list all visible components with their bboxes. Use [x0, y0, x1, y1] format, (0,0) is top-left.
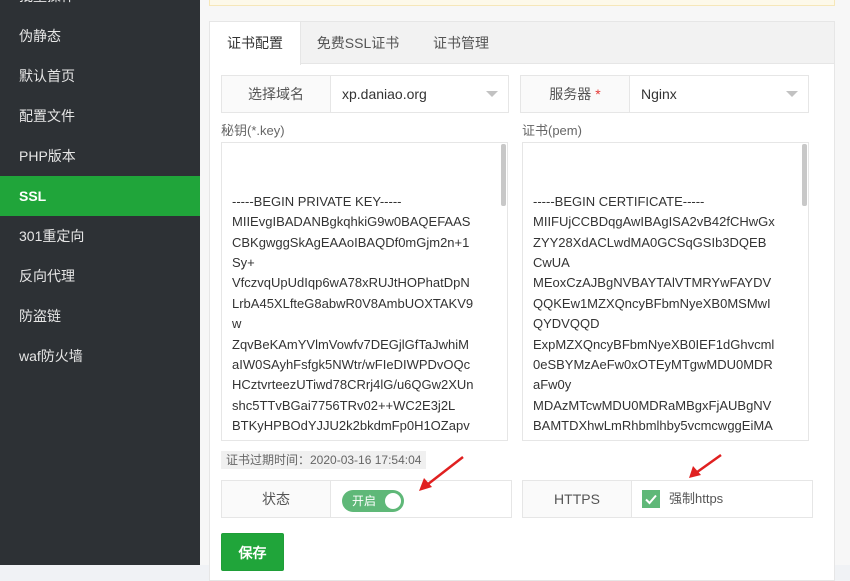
tab-bar: 证书配置 免费SSL证书 证书管理 [210, 22, 834, 65]
https-control: 强制https [632, 481, 812, 517]
tab-free-ssl[interactable]: 免费SSL证书 [301, 22, 415, 64]
server-select[interactable]: 服务器 * Nginx [520, 75, 809, 113]
sidebar-item-reverse-proxy[interactable]: 反向代理 [0, 256, 200, 296]
domain-value: xp.daniao.org [342, 86, 427, 102]
ssl-panel: 证书配置 免费SSL证书 证书管理 选择域名 xp.daniao.org 服务器… [209, 21, 835, 581]
certificate-text: -----BEGIN CERTIFICATE----- MIIFUjCCBDqg… [533, 193, 775, 440]
force-https-checkbox[interactable] [642, 490, 660, 508]
https-label: HTTPS [523, 481, 632, 517]
domain-label: 选择域名 [222, 76, 331, 112]
domain-select[interactable]: 选择域名 xp.daniao.org [221, 75, 509, 113]
required-mark: * [595, 86, 601, 102]
chevron-down-icon [786, 91, 798, 97]
cert-label: 证书(pem) [522, 123, 582, 138]
key-label: 秘钥(*.key) [221, 123, 285, 138]
red-arrow-icon [689, 453, 722, 478]
sidebar-list: 伪静态 默认首页 配置文件 PHP版本 SSL 301重定向 反向代理 防盗链 … [0, 16, 200, 376]
server-label-text: 服务器 [549, 86, 592, 102]
save-button[interactable]: 保存 [221, 533, 284, 571]
chevron-down-icon [486, 91, 498, 97]
toggle-label: 开启 [352, 494, 377, 508]
certificate-textarea[interactable]: -----BEGIN CERTIFICATE----- MIIFUjCCBDqg… [522, 142, 809, 441]
key-scrollbar[interactable] [501, 144, 506, 206]
sidebar-item-ssl[interactable]: SSL [0, 176, 200, 216]
private-key-textarea[interactable]: -----BEGIN PRIVATE KEY----- MIIEvgIBADAN… [221, 142, 508, 441]
private-key-text: -----BEGIN PRIVATE KEY----- MIIEvgIBADAN… [232, 193, 474, 440]
sidebar: 批量操作 伪静态 默认首页 配置文件 PHP版本 SSL 301重定向 反向代理… [0, 0, 200, 565]
checkmark-icon [645, 494, 657, 505]
notice-bar [209, 0, 835, 6]
sidebar-item-php-version[interactable]: PHP版本 [0, 136, 200, 176]
tab-cert-manage[interactable]: 证书管理 [415, 22, 507, 64]
status-field: 状态 开启 [221, 480, 512, 518]
server-value: Nginx [641, 86, 677, 102]
sidebar-item-config-file[interactable]: 配置文件 [0, 96, 200, 136]
sidebar-item-default-page[interactable]: 默认首页 [0, 56, 200, 96]
status-label: 状态 [222, 481, 331, 517]
red-arrow-icon [419, 456, 464, 491]
toggle-knob [385, 493, 401, 509]
sidebar-item-redirect[interactable]: 301重定向 [0, 216, 200, 256]
server-label: 服务器 * [521, 76, 630, 112]
cert-scrollbar[interactable] [802, 144, 807, 206]
tab-cert-config[interactable]: 证书配置 [210, 22, 301, 65]
force-https-label[interactable]: 强制https [669, 481, 723, 517]
main-content: 证书配置 免费SSL证书 证书管理 选择域名 xp.daniao.org 服务器… [200, 0, 850, 581]
expire-time: 证书过期时间：2020-03-16 17:54:04 [221, 451, 427, 469]
sidebar-item-hotlink[interactable]: 防盗链 [0, 296, 200, 336]
sidebar-item-waf[interactable]: waf防火墙 [0, 336, 200, 376]
https-field: HTTPS 强制https [522, 480, 813, 518]
status-toggle[interactable]: 开启 [342, 490, 404, 512]
sidebar-item-rewrite[interactable]: 伪静态 [0, 16, 200, 56]
sidebar-item-batch[interactable]: 批量操作 [0, 0, 200, 16]
